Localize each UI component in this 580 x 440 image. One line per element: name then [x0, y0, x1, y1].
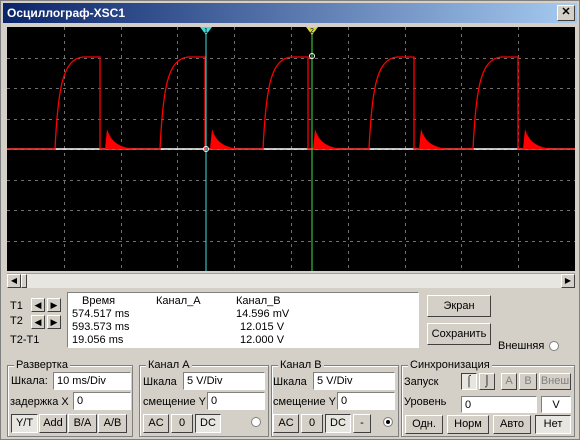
t1-time: 574.517 ms	[72, 308, 130, 320]
channel-a-radio[interactable]	[251, 417, 261, 427]
trigger-edge-label: Запуск	[404, 376, 439, 388]
trigger-source-b-button[interactable]: B	[519, 373, 537, 390]
window-title: Осциллограф-XSC1	[7, 6, 126, 20]
mode-ba-button[interactable]: B/A	[68, 414, 97, 433]
timebase-title: Развертка	[14, 359, 70, 371]
channel-a-scale-field[interactable]: 5 V/Div	[183, 372, 265, 390]
horizontal-scrollbar[interactable]: ◀ ▶	[7, 273, 575, 288]
channel-a-offset-label: смещение Y	[143, 396, 206, 408]
channel-b-scale-label: Шкала	[273, 376, 307, 388]
t1-channel-b: 14.596 mV	[236, 308, 290, 320]
channel-b-radio[interactable]	[383, 417, 393, 427]
channel-b-offset-label: смещение Y	[273, 396, 336, 408]
scroll-right-icon[interactable]: ▶	[561, 274, 575, 288]
trigger-level-field[interactable]: 0	[461, 396, 537, 413]
mode-yt-button[interactable]: Y/T	[11, 414, 38, 433]
timebase-delay-field[interactable]: 0	[73, 392, 131, 410]
cursor-t2-label: 2	[310, 28, 314, 35]
t2-left-arrow-icon[interactable]: ◀	[31, 315, 45, 329]
channel-a-ac-button[interactable]: AC	[143, 414, 169, 433]
trace-channel-b-spikes	[105, 129, 553, 149]
trace-spike	[313, 129, 343, 149]
scroll-left-icon[interactable]: ◀	[7, 274, 21, 288]
trigger-level-unit[interactable]: V	[541, 396, 571, 413]
t1-left-arrow-icon[interactable]: ◀	[31, 298, 45, 312]
channel-b-invert-button[interactable]: -	[353, 414, 371, 433]
t2-time: 593.573 ms	[72, 321, 130, 333]
t2-t1-label: T2-T1	[10, 334, 40, 346]
scope-display[interactable]: 1 2	[7, 27, 575, 271]
trace-spike	[523, 129, 553, 149]
oscilloscope-window: Осциллограф-XSC1 ✕ 1 2 ◀ ▶ T1 T2 T2-T1 ◀…	[0, 0, 580, 440]
save-button[interactable]: Сохранить	[427, 323, 491, 345]
timebase-scale-field[interactable]: 10 ms/Div	[53, 372, 131, 390]
trigger-single-button[interactable]: Одн.	[405, 415, 443, 434]
mode-ab-button[interactable]: A/B	[98, 414, 127, 433]
trigger-source-ext-button[interactable]: Внеш	[539, 373, 571, 390]
trigger-source-a-button[interactable]: A	[501, 373, 517, 390]
t2-t1-channel-b: 12.000 V	[240, 334, 285, 346]
trigger-title: Синхронизация	[408, 359, 492, 371]
cursor-readout: Время Канал_A Канал_B 574.517 ms 14.596 …	[67, 292, 419, 348]
trace-spike	[419, 129, 449, 149]
rising-edge-icon[interactable]: ⌠	[461, 373, 477, 390]
channel-a-dc-button[interactable]: DC	[195, 414, 221, 433]
external-radio[interactable]	[549, 341, 559, 351]
title-bar[interactable]: Осциллограф-XSC1 ✕	[3, 3, 577, 23]
header-channel-a: Канал_A	[156, 295, 201, 307]
external-label: Внешняя	[498, 340, 545, 352]
channel-a-offset-field[interactable]: 0	[207, 392, 265, 410]
trace-spike	[210, 129, 240, 149]
t1-label: T1	[10, 300, 23, 312]
scroll-thumb[interactable]	[21, 274, 27, 288]
channel-b-scale-field[interactable]: 5 V/Div	[313, 372, 395, 390]
t1-right-arrow-icon[interactable]: ▶	[47, 298, 61, 312]
cursor-t1-label: 1	[204, 28, 208, 35]
trigger-auto-button[interactable]: Авто	[493, 415, 531, 434]
trigger-normal-button[interactable]: Норм	[447, 415, 489, 434]
channel-b-zero-button[interactable]: 0	[301, 414, 323, 433]
close-icon[interactable]: ✕	[557, 5, 575, 21]
timebase-scale-label: Шкала:	[11, 375, 48, 387]
timebase-delay-label: задержка X	[10, 396, 69, 408]
falling-edge-icon[interactable]: ⌡	[479, 373, 495, 390]
screen-button[interactable]: Экран	[427, 295, 491, 317]
channel-b-offset-field[interactable]: 0	[337, 392, 395, 410]
mode-add-button[interactable]: Add	[39, 414, 67, 433]
trace-spike	[105, 129, 135, 149]
t2-channel-b: 12.015 V	[240, 321, 285, 333]
t2-label: T2	[10, 315, 23, 327]
t2-right-arrow-icon[interactable]: ▶	[47, 315, 61, 329]
channel-b-ac-button[interactable]: AC	[273, 414, 299, 433]
t2-t1-time: 19.056 ms	[72, 334, 124, 346]
channel-a-scale-label: Шкала	[143, 376, 177, 388]
trigger-level-label: Уровень	[404, 396, 447, 408]
channel-a-title: Канал A	[146, 359, 192, 371]
trigger-none-button[interactable]: Нет	[535, 415, 571, 434]
channel-b-title: Канал B	[278, 359, 324, 371]
channel-a-zero-button[interactable]: 0	[171, 414, 193, 433]
header-channel-b: Канал_B	[236, 295, 281, 307]
channel-b-dc-button[interactable]: DC	[325, 414, 351, 433]
header-time: Время	[82, 295, 116, 307]
